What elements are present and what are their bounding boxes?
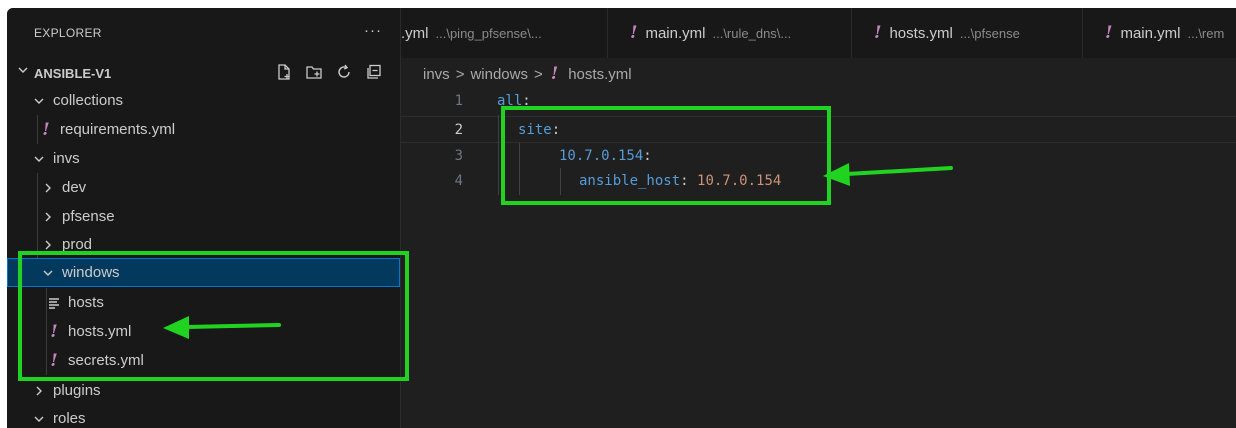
tree-folder-windows[interactable]: windows bbox=[7, 258, 400, 287]
tab-description: ...\rule_dns\... bbox=[712, 25, 792, 41]
explorer-header: EXPLORER ··· bbox=[7, 8, 400, 58]
code-line: 1 all: bbox=[401, 88, 1236, 115]
tree-item-label: prod bbox=[62, 236, 93, 253]
tree-folder-prod[interactable]: prod bbox=[7, 230, 400, 259]
text-file-icon bbox=[47, 297, 61, 309]
yaml-key: site bbox=[518, 122, 552, 138]
code-line: 3 10.7.0.154: bbox=[401, 143, 1236, 170]
chevron-down-icon bbox=[17, 64, 29, 76]
yaml-key: 10.7.0.154 bbox=[559, 148, 644, 164]
breadcrumb: invs > windows > ! hosts.yml bbox=[423, 62, 632, 86]
tree-item-label: dev bbox=[62, 179, 87, 196]
editor-area: .yml ...\ping_pfsense\... ! main.yml ...… bbox=[401, 8, 1236, 428]
workspace-root[interactable]: ANSIBLE-V1 bbox=[7, 60, 400, 86]
tree-item-label: requirements.yml bbox=[60, 121, 176, 138]
yaml-value: 10.7.0.154 bbox=[697, 173, 782, 189]
refresh-icon[interactable] bbox=[334, 62, 354, 82]
editor-tab-bar: .yml ...\ping_pfsense\... ! main.yml ...… bbox=[401, 8, 1236, 58]
breadcrumb-file[interactable]: hosts.yml bbox=[568, 66, 631, 83]
explorer-title: EXPLORER bbox=[34, 26, 102, 40]
chevron-down-icon bbox=[41, 267, 55, 279]
yaml-file-icon: ! bbox=[550, 64, 559, 84]
tree-file-requirements-yml[interactable]: ! requirements.yml bbox=[7, 115, 400, 144]
tree-folder-pfsense[interactable]: pfsense bbox=[7, 202, 400, 231]
tree-folder-collections[interactable]: collections bbox=[7, 86, 400, 115]
breadcrumb-item-invs[interactable]: invs bbox=[423, 66, 450, 83]
tab-description: ...\pfsense bbox=[959, 25, 1020, 41]
tab-label: hosts.yml bbox=[889, 24, 953, 42]
tree-item-label: hosts bbox=[68, 294, 104, 311]
yaml-file-icon: ! bbox=[874, 23, 882, 43]
tree-item-label: invs bbox=[53, 150, 80, 167]
indent-guide bbox=[37, 115, 38, 144]
yaml-file-icon: ! bbox=[630, 23, 638, 43]
chevron-right-icon bbox=[41, 239, 55, 251]
indent-guide bbox=[519, 143, 520, 195]
chevron-down-icon bbox=[32, 95, 46, 107]
tab-description: ...\rem bbox=[1187, 25, 1225, 41]
tree-item-label: plugins bbox=[53, 382, 101, 399]
tab-label: .yml bbox=[401, 24, 429, 42]
tree-file-secrets-yml[interactable]: ! secrets.yml bbox=[7, 346, 400, 375]
collapse-all-icon[interactable] bbox=[364, 62, 384, 82]
code-line: 4 ansible_host: 10.7.0.154 bbox=[401, 168, 1236, 195]
yaml-file-icon: ! bbox=[50, 321, 58, 342]
line-number: 1 bbox=[454, 93, 463, 109]
explorer-sidebar: EXPLORER ··· ANSIBLE-V1 collections ! re… bbox=[7, 8, 401, 428]
yaml-key: all bbox=[497, 93, 523, 109]
tree-folder-roles[interactable]: roles bbox=[7, 404, 400, 428]
line-number: 3 bbox=[454, 148, 463, 164]
indent-guide bbox=[46, 288, 47, 375]
chevron-down-icon bbox=[32, 153, 46, 165]
tree-folder-plugins[interactable]: plugins bbox=[7, 376, 400, 405]
new-file-icon[interactable] bbox=[274, 62, 294, 82]
explorer-toolbar bbox=[274, 62, 384, 82]
indent-guide bbox=[37, 173, 38, 258]
chevron-right-icon bbox=[41, 211, 55, 223]
tree-folder-dev[interactable]: dev bbox=[7, 173, 400, 202]
indent-guide bbox=[560, 168, 561, 195]
tree-item-label: hosts.yml bbox=[68, 323, 132, 340]
yaml-file-icon: ! bbox=[42, 119, 50, 140]
tab-pfsense-hosts-yml[interactable]: ! hosts.yml ...\pfsense bbox=[852, 8, 1083, 58]
chevron-down-icon bbox=[32, 413, 46, 425]
tree-file-hosts-yml[interactable]: ! hosts.yml bbox=[7, 317, 400, 346]
tab-rem-main-yml[interactable]: ! main.yml ...\rem bbox=[1083, 8, 1236, 58]
chevron-right-icon bbox=[41, 182, 55, 194]
tree-folder-invs[interactable]: invs bbox=[7, 144, 400, 173]
breadcrumb-separator: > bbox=[533, 65, 543, 83]
tree-item-label: windows bbox=[62, 264, 120, 281]
tab-rule-dns-main-yml[interactable]: ! main.yml ...\rule_dns\... bbox=[608, 8, 852, 58]
new-folder-icon[interactable] bbox=[304, 62, 324, 82]
workspace-root-label: ANSIBLE-V1 bbox=[34, 66, 112, 81]
tree-item-label: roles bbox=[53, 410, 86, 427]
tab-description: ...\ping_pfsense\... bbox=[435, 25, 542, 41]
yaml-file-icon: ! bbox=[1105, 23, 1113, 43]
tree-item-label: collections bbox=[53, 92, 124, 109]
line-number: 4 bbox=[454, 173, 463, 189]
yaml-key: ansible_host bbox=[579, 173, 681, 189]
breadcrumb-separator: > bbox=[455, 65, 465, 83]
tab-ping-pfsense-yml[interactable]: .yml ...\ping_pfsense\... bbox=[401, 8, 608, 58]
tree-item-label: pfsense bbox=[62, 208, 115, 225]
chevron-right-icon bbox=[32, 385, 46, 397]
vscode-window: EXPLORER ··· ANSIBLE-V1 collections ! re… bbox=[7, 8, 1236, 428]
indent-guide bbox=[498, 115, 499, 195]
tree-item-label: secrets.yml bbox=[68, 352, 144, 369]
line-number: 2 bbox=[454, 122, 463, 138]
more-actions-button[interactable]: ··· bbox=[364, 22, 382, 39]
yaml-file-icon: ! bbox=[50, 350, 58, 371]
tree-file-hosts[interactable]: hosts bbox=[7, 288, 400, 317]
tab-label: main.yml bbox=[1120, 24, 1181, 42]
code-line-current: 2 site: bbox=[401, 116, 1236, 143]
breadcrumb-item-windows[interactable]: windows bbox=[470, 66, 528, 83]
tab-label: main.yml bbox=[645, 24, 706, 42]
